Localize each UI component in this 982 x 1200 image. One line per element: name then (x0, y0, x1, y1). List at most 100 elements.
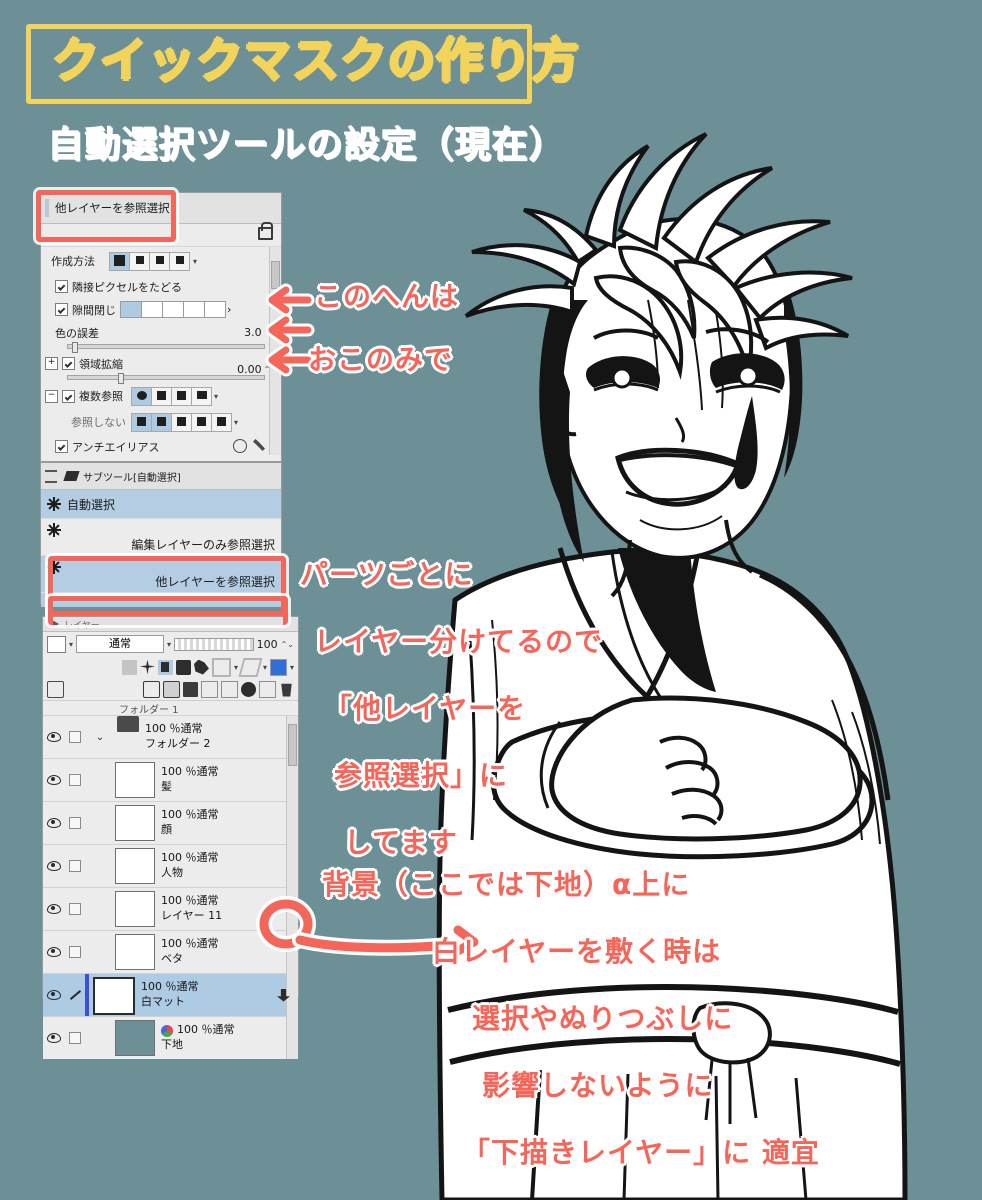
layer-list-scrollbar[interactable] (286, 716, 298, 1059)
gap-close-chevron-right-icon[interactable]: › (227, 303, 231, 316)
unlock-icon[interactable] (258, 222, 273, 240)
reference-checked-layer-icon[interactable] (171, 386, 192, 406)
layer-blend-toolbar[interactable]: ▾ 通常 ▾ 100 ⌃⌄ (43, 632, 298, 656)
layer-lock-toolbar[interactable]: ▾ ▾ ▾ (43, 656, 298, 678)
creation-method-chevron-down-icon[interactable]: ▾ (193, 257, 197, 266)
blend-mode-chevron-down-icon[interactable]: ▾ (167, 640, 171, 649)
layer-panel[interactable]: レイヤー ▾ 通常 ▾ 100 ⌃⌄ ▾ ▾ ▾ フォルダー 1 ⌄ 100 ％… (42, 616, 299, 1059)
transfer-down-icon[interactable] (201, 680, 218, 698)
reference-all-layers-icon[interactable] (131, 386, 152, 406)
subtool-item-edit-layer-only[interactable]: 編集レイヤーのみ参照選択 (41, 519, 281, 556)
ignore-locked-layer-icon[interactable] (211, 412, 232, 432)
mask-select-icon[interactable] (211, 657, 231, 677)
layer-lock-checkbox[interactable] (65, 759, 85, 801)
gap-level-2[interactable] (141, 301, 163, 318)
layer-row-partial[interactable]: フォルダー 1 (43, 701, 298, 716)
area-scale-row[interactable]: + 領域拡縮 0.00 ⌃⌄ (41, 352, 281, 376)
mask-chevron-down-icon[interactable]: ▾ (234, 663, 238, 672)
draft-layer-icon[interactable] (157, 659, 173, 675)
lock-transparent-pixel-icon[interactable] (121, 659, 137, 675)
multi-reference-row[interactable]: − 複数参照 ▾ (41, 383, 281, 409)
layer-row-base[interactable]: 100 ％通常 下地 (43, 1017, 298, 1059)
creation-method-row[interactable]: 作成方法 ▾ (41, 247, 281, 275)
color-chevron-down-icon[interactable]: ▾ (69, 640, 73, 649)
color-error-row[interactable]: 色の誤差 3.0 ⌃⌄ (41, 321, 281, 344)
layer-row-folder2[interactable]: ⌄ 100 ％通常 フォルダー 2 (43, 716, 298, 759)
gap-level-4[interactable] (183, 301, 205, 318)
layer-color-swatch[interactable] (47, 635, 66, 653)
multi-reference-collapse-toggle[interactable]: − (45, 389, 58, 403)
layer-row-character[interactable]: 100 ％通常 人物 (43, 845, 298, 888)
layer-visibility-icon[interactable] (43, 974, 65, 1016)
area-scale-expand-toggle[interactable]: + (45, 357, 58, 370)
ignore-paper-layer-icon[interactable] (191, 412, 212, 432)
antialias-checkbox[interactable] (55, 440, 68, 453)
area-scale-slider[interactable] (41, 373, 281, 384)
layer-lock-checkbox[interactable] (65, 888, 85, 930)
hamburger-icon[interactable] (45, 469, 57, 483)
layer-actions-toolbar[interactable] (43, 678, 298, 701)
intersect-selection-button[interactable] (169, 251, 190, 271)
layer-mask-enable-icon[interactable] (193, 659, 209, 675)
add-selection-button[interactable] (129, 251, 150, 271)
layer-visibility-icon[interactable] (43, 716, 65, 758)
ignore-draft-layer-icon[interactable] (131, 412, 152, 432)
gap-close-checkbox[interactable] (55, 303, 68, 316)
clip-to-layer-below-icon[interactable] (139, 659, 155, 675)
blend-mode-select[interactable]: 通常 (76, 635, 165, 653)
new-folder-icon[interactable] (183, 681, 198, 697)
layer-visibility-icon[interactable] (43, 1017, 65, 1059)
layer-row-layer11[interactable]: 100 ％通常 レイヤー 11 (43, 888, 298, 931)
multi-reference-chevron-down-icon[interactable]: ▾ (214, 392, 218, 401)
ignore-selected-layer-icon[interactable] (171, 412, 192, 432)
reset-settings-icon[interactable] (233, 439, 247, 453)
layer-visibility-icon[interactable] (43, 931, 65, 973)
duplicate-layer-icon[interactable] (259, 680, 276, 698)
folder-expand-chevron-icon[interactable]: ⌄ (85, 716, 115, 758)
color-mode-icon[interactable] (269, 658, 287, 676)
layer-lock-checkbox[interactable] (65, 931, 85, 973)
color-error-slider[interactable] (41, 342, 281, 353)
layer-lock-checkbox[interactable] (65, 1017, 85, 1059)
layer-row-hair[interactable]: 100 ％通常 髪 (43, 759, 298, 802)
layer-visibility-icon[interactable] (43, 759, 65, 801)
no-reference-chevron-down-icon[interactable]: ▾ (234, 418, 238, 427)
layer-visibility-icon[interactable] (43, 845, 65, 887)
create-mask-icon[interactable] (241, 681, 256, 697)
layer-row-white-matte[interactable]: 100 ％通常 白マット (43, 974, 298, 1017)
ruler-icon[interactable] (238, 657, 263, 677)
delete-layer-icon[interactable] (281, 683, 292, 697)
combine-down-icon[interactable] (221, 680, 238, 698)
layer-lock-checkbox[interactable] (65, 845, 85, 887)
reference-folder-icon[interactable] (191, 386, 212, 406)
opacity-stepper[interactable]: ⌃⌄ (281, 640, 294, 649)
gap-close-row[interactable]: 隙間閉じ › (41, 298, 281, 321)
adjacent-pixel-row[interactable]: 隣接ピクセルをたどる (41, 275, 281, 298)
ruler-chevron-down-icon[interactable]: ▾ (263, 663, 267, 672)
layer-visibility-icon[interactable] (43, 802, 65, 844)
wrench-icon[interactable] (253, 439, 265, 451)
lock-layer-icon[interactable] (175, 659, 191, 675)
color-mode-chevron-down-icon[interactable]: ▾ (290, 663, 294, 672)
layer-lock-checkbox[interactable] (65, 716, 85, 758)
layer-order-icon[interactable] (47, 680, 64, 698)
new-raster-layer-icon[interactable] (143, 680, 160, 698)
gap-level-5[interactable] (204, 301, 226, 318)
layer-visibility-icon[interactable] (43, 888, 65, 930)
subtool-item-auto-select[interactable]: 自動選択 (41, 490, 281, 519)
area-scale-checkbox[interactable] (62, 357, 75, 370)
gap-level-3[interactable] (162, 301, 184, 318)
gap-level-1[interactable] (120, 301, 142, 318)
multi-reference-checkbox[interactable] (62, 389, 75, 403)
layer-row-face[interactable]: 100 ％通常 顔 (43, 802, 298, 845)
opacity-slider[interactable] (174, 637, 254, 651)
new-tone-layer-icon[interactable] (163, 680, 180, 698)
layer-row-beta[interactable]: 100 ％通常 ベタ (43, 931, 298, 974)
tool-property-scrollbar[interactable] (269, 247, 281, 455)
ignore-text-layer-icon[interactable] (151, 412, 172, 432)
layer-list[interactable]: ⌄ 100 ％通常 フォルダー 2 100 ％通常 髪 100 ％通常 顔 10… (43, 716, 298, 1059)
reference-selected-layer-icon[interactable] (151, 386, 172, 406)
adjacent-pixel-checkbox[interactable] (55, 280, 68, 293)
create-new-selection-button[interactable] (109, 251, 130, 271)
subtract-selection-button[interactable] (149, 251, 170, 271)
